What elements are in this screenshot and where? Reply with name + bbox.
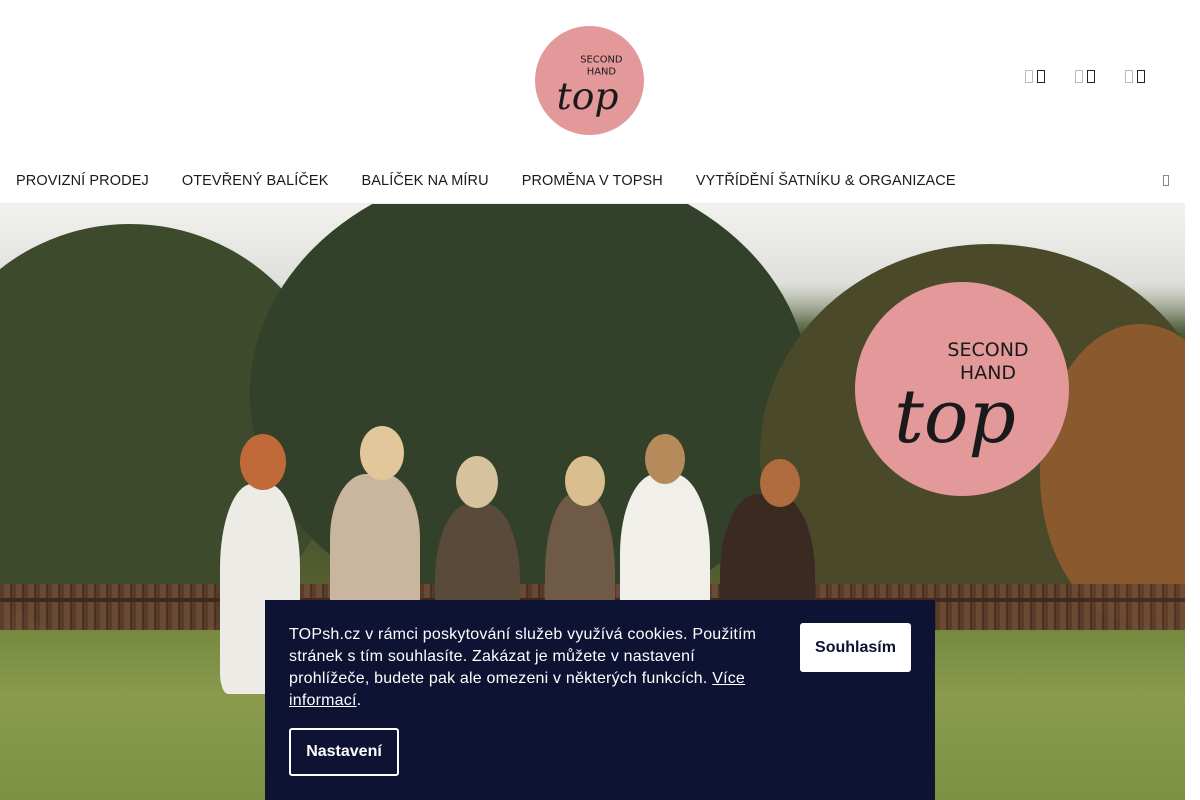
hero-logo-graphic: SECOND HAND top [894,339,1028,460]
cookie-message: TOPsh.cz v rámci poskytování služeb využ… [289,626,757,687]
user-icon[interactable] [1075,68,1095,90]
header-icons [1025,68,1145,90]
main-navigation: PROVIZNÍ PRODEJ OTEVŘENÝ BALÍČEK BALÍČEK… [0,160,1185,204]
nav-item-otevreny-balicek[interactable]: OTEVŘENÝ BALÍČEK [182,173,329,189]
logo-line1: SECOND [580,55,623,66]
logo-graphic: SECOND HAND top [557,55,623,119]
chevron-icon[interactable] [1163,175,1169,186]
person-4-head [565,456,605,506]
search-icon[interactable] [1025,68,1045,90]
nav-item-provizni-prodej[interactable]: PROVIZNÍ PRODEJ [16,173,149,189]
cookie-settings-button[interactable]: Nastavení [289,728,399,776]
person-2-head [360,426,404,480]
logo-word: top [557,74,619,118]
hero-brand-logo: SECOND HAND top [855,282,1069,496]
site-header: SECOND HAND top [0,0,1185,160]
nav-item-vytrideni-satniku[interactable]: VYTŘÍDĚNÍ ŠATNÍKU & ORGANIZACE [696,173,956,189]
person-5-head [645,434,685,484]
cookie-text-block: TOPsh.cz v rámci poskytování služeb využ… [289,624,779,712]
accept-cookies-button[interactable]: Souhlasím [800,623,911,672]
nav-item-promena-v-topsh[interactable]: PROMĚNA V TOPSH [522,173,663,189]
hero-logo-line1: SECOND [947,339,1028,361]
cart-icon[interactable] [1125,68,1145,90]
person-3-head [456,456,498,508]
brand-logo[interactable]: SECOND HAND top [535,26,644,135]
nav-item-balicek-na-miru[interactable]: BALÍČEK NA MÍRU [361,173,488,189]
person-6-head [760,459,800,507]
cookie-link-suffix: . [356,692,362,709]
cookie-banner: TOPsh.cz v rámci poskytování služeb využ… [265,600,935,800]
hero-logo-word: top [894,374,1016,460]
person-1-head [240,434,286,490]
